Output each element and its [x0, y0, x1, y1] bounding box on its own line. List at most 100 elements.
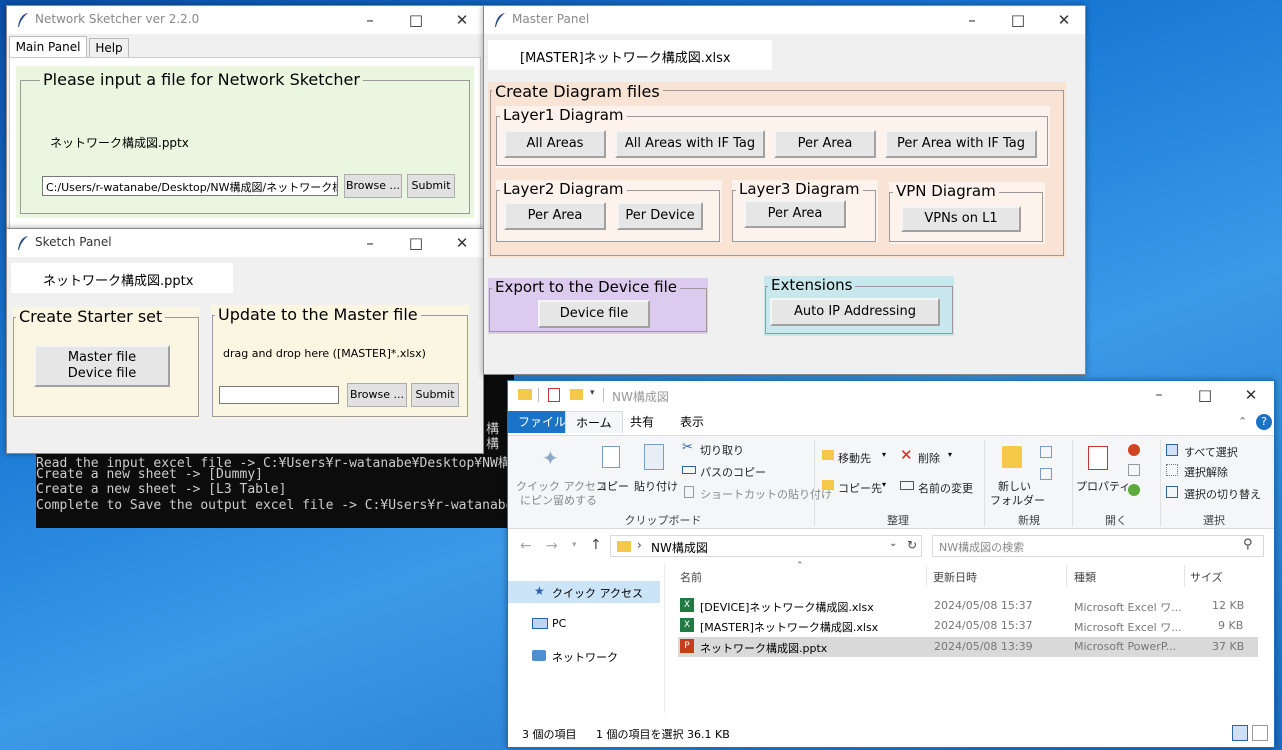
submit-button[interactable]: Submit: [411, 383, 459, 407]
paste-button[interactable]: 貼り付け: [632, 440, 678, 508]
refresh-icon[interactable]: ↻: [907, 538, 917, 552]
tab-help[interactable]: Help: [89, 38, 129, 58]
vpn-area: VPN Diagram VPNs on L1: [889, 182, 1045, 244]
minimize-button[interactable]: –: [347, 6, 393, 34]
close-button[interactable]: ✕: [439, 229, 485, 257]
layer1-per-area-if-tag-button[interactable]: Per Area with IF Tag: [885, 130, 1037, 158]
select-all-button[interactable]: すべて選択: [1164, 442, 1272, 460]
easy-access-button[interactable]: [1038, 466, 1066, 484]
master-file-input[interactable]: [219, 386, 339, 404]
search-icon: ⚲: [1243, 537, 1253, 552]
layer2-per-area-button[interactable]: Per Area: [504, 202, 606, 230]
copy-to-button[interactable]: コピー先 ▾: [820, 478, 890, 496]
group-new-label: 新規: [1018, 514, 1040, 527]
network-icon: [532, 650, 546, 661]
maximize-button[interactable]: □: [995, 6, 1041, 34]
column-header-size[interactable]: サイズ: [1190, 569, 1223, 585]
layer2-per-device-button[interactable]: Per Device: [617, 202, 703, 230]
folder-icon: [518, 389, 532, 400]
copy-button[interactable]: コピー: [594, 440, 630, 508]
invert-selection-button[interactable]: 選択の切り替え: [1164, 484, 1272, 502]
invert-selection-icon: [1166, 486, 1178, 498]
address-dropdown-icon[interactable]: ⌄: [889, 538, 897, 549]
button-label: VPNs on L1: [924, 211, 998, 226]
new-folder-button[interactable]: 新しい フォルダー: [988, 440, 1045, 508]
nav-item-quick-access[interactable]: ★ クイック アクセス: [508, 581, 660, 603]
move-to-button[interactable]: 移動先 ▾: [820, 448, 890, 466]
tab-view[interactable]: 表示: [670, 411, 714, 433]
close-button[interactable]: ✕: [1228, 381, 1274, 409]
recent-chevron-icon[interactable]: ▾: [572, 540, 577, 550]
maximize-button[interactable]: □: [1182, 381, 1228, 409]
properties-button[interactable]: プロパティ: [1074, 440, 1130, 508]
nav-item-network[interactable]: ネットワーク: [508, 645, 660, 667]
master-file-label-box: [MASTER]ネットワーク構成図.xlsx: [488, 40, 772, 70]
export-label: Export to the Device file: [492, 278, 680, 296]
chevron-down-icon[interactable]: ▾: [590, 388, 595, 398]
history-icon: [1128, 484, 1140, 496]
master-device-file-button[interactable]: Master file Device file: [34, 345, 170, 387]
delete-button[interactable]: ✕ 削除 ▾: [898, 446, 962, 466]
edit-button[interactable]: [1126, 462, 1154, 480]
details-view-icon[interactable]: [1232, 725, 1248, 741]
new-folder-quick-icon[interactable]: [570, 389, 583, 400]
drop-hint: drag and drop here ([MASTER]*.xlsx): [223, 347, 426, 360]
search-input[interactable]: NW構成図の検索: [939, 539, 1024, 555]
maximize-button[interactable]: □: [393, 229, 439, 257]
paste-shortcut-button[interactable]: ショートカットの貼り付け: [680, 484, 832, 502]
search-box[interactable]: NW構成図の検索 ⚲: [932, 535, 1264, 557]
new-item-icon: [1040, 446, 1052, 458]
address-bar[interactable]: › NW構成図 ⌄ ↻: [610, 535, 922, 557]
starter-frame-label: Create Starter set: [16, 307, 166, 326]
tab-share[interactable]: 共有: [620, 411, 664, 433]
layer1-all-areas-button[interactable]: All Areas: [504, 130, 606, 158]
tab-home[interactable]: ホーム: [565, 411, 623, 433]
nav-pane: ★ クイック アクセス PC ネットワーク: [508, 563, 664, 713]
layer1-all-areas-if-tag-button[interactable]: All Areas with IF Tag: [615, 130, 765, 158]
copy-icon: [602, 446, 620, 468]
file-name: [DEVICE]ネットワーク構成図.xlsx: [700, 601, 874, 614]
button-label: Device file: [559, 306, 629, 321]
large-icons-view-icon[interactable]: [1252, 725, 1268, 741]
properties-quick-icon[interactable]: [548, 388, 560, 402]
layer1-per-area-button[interactable]: Per Area: [774, 130, 876, 158]
table-row-selected[interactable]: P ネットワーク構成図.pptx 2024/05/08 13:39 Micros…: [678, 637, 1258, 657]
new-item-button[interactable]: [1038, 444, 1066, 462]
select-none-button[interactable]: 選択解除: [1164, 462, 1272, 480]
chevron-up-icon[interactable]: ⌃: [1238, 415, 1247, 428]
table-row[interactable]: X [DEVICE]ネットワーク構成図.xlsx 2024/05/08 15:3…: [678, 596, 1258, 616]
submit-button[interactable]: Submit: [407, 174, 455, 198]
back-icon[interactable]: ←: [520, 538, 532, 554]
tab-main-panel[interactable]: Main Panel: [9, 36, 87, 58]
auto-ip-addressing-button[interactable]: Auto IP Addressing: [770, 298, 940, 326]
path-input[interactable]: C:/Users/r-watanabe/Desktop/NW構成図/ネットワーク…: [42, 176, 338, 196]
up-icon[interactable]: ↑: [590, 537, 602, 553]
pin-quick-access-button[interactable]: ✦ クイック アクセス にピン留めする: [512, 440, 607, 508]
column-header-name[interactable]: 名前: [680, 569, 702, 585]
device-file-button[interactable]: Device file: [538, 300, 650, 328]
maximize-button[interactable]: □: [393, 6, 439, 34]
vpn-l1-button[interactable]: VPNs on L1: [901, 206, 1021, 232]
nav-item-pc[interactable]: PC: [508, 613, 660, 635]
ribbon-body: ✦ クイック アクセス にピン留めする コピー 貼り付け ✂ 切り取り パスのコ…: [508, 435, 1274, 529]
open-button[interactable]: [1126, 442, 1154, 460]
help-icon[interactable]: ?: [1256, 414, 1272, 430]
close-button[interactable]: ✕: [439, 6, 485, 34]
browse-button[interactable]: Browse ...: [344, 174, 402, 198]
sketch-titlebar: Sketch Panel – □ ✕: [7, 229, 483, 257]
copy-path-button[interactable]: パスのコピー: [680, 462, 780, 480]
column-header-date[interactable]: 更新日時: [933, 569, 977, 585]
minimize-button[interactable]: –: [347, 229, 393, 257]
rename-button[interactable]: 名前の変更: [898, 478, 984, 496]
cut-button[interactable]: ✂ 切り取り: [680, 440, 780, 458]
column-header-type[interactable]: 種類: [1074, 569, 1096, 585]
browse-button[interactable]: Browse ...: [347, 383, 407, 407]
forward-icon[interactable]: →: [546, 538, 558, 554]
minimize-button[interactable]: –: [949, 6, 995, 34]
history-button[interactable]: [1126, 482, 1154, 500]
minimize-button[interactable]: –: [1136, 381, 1182, 409]
table-row[interactable]: X [MASTER]ネットワーク構成図.xlsx 2024/05/08 15:3…: [678, 616, 1258, 636]
layer3-per-area-button[interactable]: Per Area: [744, 200, 846, 228]
close-button[interactable]: ✕: [1041, 6, 1087, 34]
scissors-icon: ✂: [682, 440, 693, 455]
